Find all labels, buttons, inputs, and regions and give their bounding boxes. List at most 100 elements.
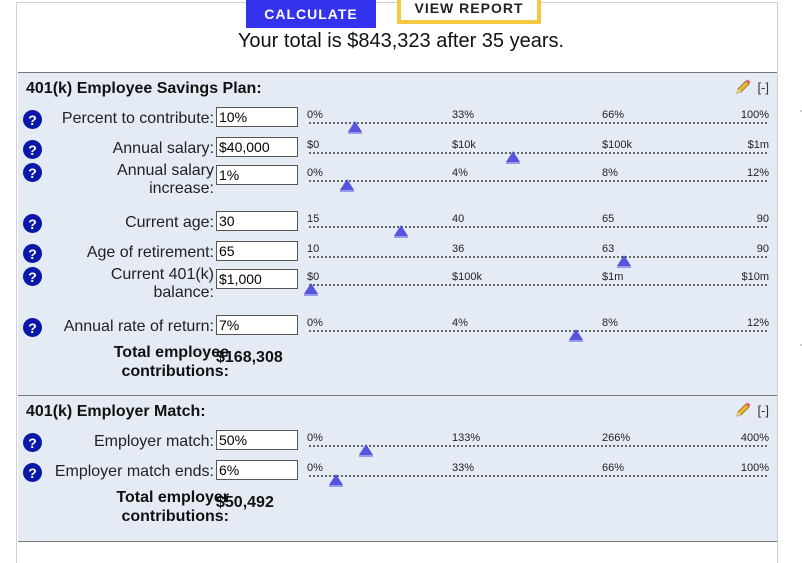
field-label: Annual rate of return: <box>63 318 214 335</box>
slider-tick-label: 90 <box>756 213 769 225</box>
view-report-button[interactable]: VIEW REPORT <box>397 0 541 24</box>
field-slider[interactable]: 0% 133% 266% 400% <box>307 432 769 462</box>
field-slider[interactable]: 0% 4% 8% 12% <box>307 317 769 347</box>
slider-thumb[interactable] <box>304 283 319 296</box>
slider-ticks: 0% 133% 266% 400% <box>307 432 769 446</box>
field-input[interactable] <box>216 430 298 450</box>
field-slider[interactable]: $0 $10k $100k $1m <box>307 139 769 169</box>
field-input[interactable] <box>216 241 298 261</box>
field-input[interactable] <box>216 137 298 157</box>
slider-tick-label: 66% <box>602 462 625 474</box>
slider-tick-label: $10k <box>452 139 476 151</box>
slider-tick-label: 10 <box>307 243 320 255</box>
field-input[interactable] <box>216 107 298 127</box>
slider-tick-label: 36 <box>452 243 465 255</box>
help-icon[interactable]: ? <box>23 214 42 233</box>
field-label: Current 401(k) balance: <box>110 266 214 301</box>
slider-tick-label: 0% <box>307 462 323 474</box>
slider-thumb[interactable] <box>616 255 631 268</box>
pencil-icon[interactable] <box>735 402 751 418</box>
field-label: Employer match: <box>93 433 214 450</box>
help-icon[interactable]: ? <box>23 318 42 337</box>
slider-track[interactable] <box>309 152 767 154</box>
field-label: Annual salary increase: <box>117 162 214 197</box>
slider-tick-label: 0% <box>307 167 323 179</box>
slider-tick-label: 65 <box>602 213 615 225</box>
slider-track[interactable] <box>309 445 767 447</box>
field-slider[interactable]: 0% 4% 8% 12% <box>307 167 769 197</box>
slider-thumb[interactable] <box>340 179 354 192</box>
slider-thumb[interactable] <box>393 225 408 238</box>
slider-tick-label: 33% <box>452 109 475 121</box>
total-employee-value: $168,308 <box>216 349 283 366</box>
field-slider[interactable]: 15 40 65 90 <box>307 213 769 243</box>
slider-tick-label: 90 <box>756 243 769 255</box>
slider-tick-label: 66% <box>602 109 625 121</box>
help-icon[interactable]: ? <box>23 163 42 182</box>
field-label: Current age: <box>125 214 214 231</box>
slider-track[interactable] <box>309 256 767 258</box>
slider-tick-label: 400% <box>740 432 769 444</box>
slider-track[interactable] <box>309 226 767 228</box>
help-icon[interactable]: ? <box>23 463 42 482</box>
calculate-button[interactable]: CALCULATE <box>246 0 376 28</box>
slider-thumb[interactable] <box>569 329 583 342</box>
slider-ticks: 0% 33% 66% 100% <box>307 462 769 476</box>
field-input[interactable] <box>216 460 298 480</box>
slider-thumb[interactable] <box>359 444 374 457</box>
slider-tick-label: $100k <box>452 271 482 283</box>
slider-tick-label: 100% <box>740 109 769 121</box>
slider-tick-label: $1m <box>747 139 769 151</box>
slider-tick-label: $0 <box>307 271 320 283</box>
help-icon[interactable]: ? <box>23 267 42 286</box>
slider-tick-label: 133% <box>452 432 481 444</box>
slider-track[interactable] <box>309 122 767 124</box>
field-slider[interactable]: 0% 33% 66% 100% <box>307 109 769 139</box>
slider-ticks: 10 36 63 90 <box>307 243 769 257</box>
help-icon[interactable]: ? <box>23 140 42 159</box>
field-slider[interactable]: 10 36 63 90 <box>307 243 769 273</box>
section-title: 401(k) Employer Match: <box>26 403 206 420</box>
slider-ticks: $0 $10k $100k $1m <box>307 139 769 153</box>
slider-ticks: 0% 4% 8% 12% <box>307 167 769 181</box>
help-icon[interactable]: ? <box>23 110 42 129</box>
field-label: Age of retirement: <box>86 244 214 261</box>
slider-tick-label: 0% <box>307 109 323 121</box>
slider-track[interactable] <box>309 284 767 286</box>
help-icon[interactable]: ? <box>23 433 42 452</box>
slider-tick-label: $100k <box>602 139 632 151</box>
field-input[interactable] <box>216 165 298 185</box>
slider-tick-label: 100% <box>740 462 769 474</box>
field-input[interactable] <box>216 269 298 289</box>
slider-tick-label: $0 <box>307 139 320 151</box>
slider-track[interactable] <box>309 180 767 182</box>
collapse-toggle[interactable]: [-] <box>757 403 769 418</box>
field-input[interactable] <box>216 211 298 231</box>
help-icon[interactable]: ? <box>23 244 42 263</box>
field-label: Percent to contribute: <box>61 110 214 127</box>
total-employer-label: Total employer contributions: <box>116 489 229 525</box>
pencil-icon[interactable] <box>735 79 751 95</box>
slider-tick-label: 12% <box>746 317 769 329</box>
slider-track[interactable] <box>309 475 767 477</box>
slider-tick-label: 266% <box>602 432 631 444</box>
total-summary: Your total is $843,323 after 35 years. <box>237 30 565 52</box>
collapse-toggle[interactable]: [-] <box>757 80 769 95</box>
slider-ticks: 15 40 65 90 <box>307 213 769 227</box>
slider-tick-label: 8% <box>602 317 618 329</box>
slider-thumb[interactable] <box>329 474 344 487</box>
slider-tick-label: 4% <box>452 317 468 329</box>
slider-tick-label: 15 <box>307 213 320 225</box>
slider-ticks: 0% 33% 66% 100% <box>307 109 769 123</box>
slider-tick-label: 0% <box>307 317 323 329</box>
employee-savings-section: 401(k) Employee Savings Plan: [-] ? Perce… <box>18 72 777 395</box>
slider-tick-label: 63 <box>602 243 615 255</box>
slider-ticks: $0 $100k $1m $10m <box>307 271 769 285</box>
field-slider[interactable]: 0% 33% 66% 100% <box>307 462 769 492</box>
slider-thumb[interactable] <box>505 151 520 164</box>
slider-track[interactable] <box>309 330 767 332</box>
slider-thumb[interactable] <box>347 121 362 134</box>
slider-tick-label: 33% <box>452 462 475 474</box>
field-input[interactable] <box>216 315 298 335</box>
field-slider[interactable]: $0 $100k $1m $10m <box>304 271 769 301</box>
